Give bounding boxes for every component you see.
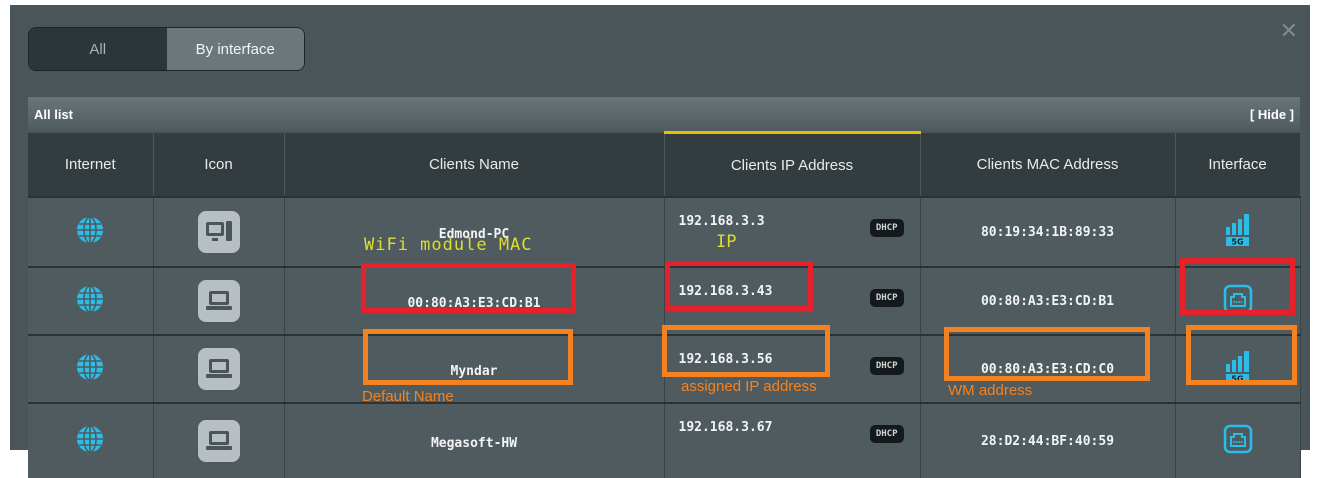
dhcp-badge: DHCP	[869, 357, 904, 375]
col-internet[interactable]: Internet	[28, 132, 154, 197]
list-header-bar: All list [ Hide ]	[28, 97, 1300, 131]
globe-icon[interactable]	[75, 424, 105, 454]
globe-icon[interactable]	[75, 284, 105, 314]
annotation-ip: IP	[716, 232, 737, 252]
laptop-icon[interactable]	[197, 348, 240, 390]
highlight-box-wm-address	[944, 327, 1150, 381]
client-ip-cell: 192.168.3.67 DHCP	[664, 402, 921, 478]
col-clients-ip[interactable]: Clients IP Address	[664, 131, 921, 197]
client-name-cell: Megasoft-HW	[284, 402, 665, 478]
client-name-cell: Edmond-PC	[284, 196, 665, 267]
table-row[interactable]: Megasoft-HW 192.168.3.67 DHCP 28:D2:44:B…	[28, 402, 1301, 478]
device-icon-cell	[153, 334, 285, 403]
desktop-icon[interactable]	[197, 211, 240, 253]
dhcp-badge: DHCP	[869, 219, 904, 237]
client-mac: 00:80:A3:E3:CD:B1	[980, 294, 1115, 309]
client-mac-cell: 00:80:A3:E3:CD:B1	[920, 266, 1176, 335]
list-title: All list	[34, 106, 74, 122]
client-name[interactable]: Megasoft-HW	[431, 436, 517, 451]
view-toggle: All By interface	[28, 27, 305, 71]
globe-icon[interactable]	[75, 215, 105, 245]
laptop-icon[interactable]	[197, 420, 240, 462]
highlight-box-wired-interface	[1180, 258, 1295, 315]
device-icon-cell	[153, 402, 285, 478]
annotation-wm-address: WM address	[948, 382, 1033, 399]
annotation-default-name: Default Name	[362, 388, 454, 405]
client-mac-cell: 80:19:34:1B:89:33	[920, 196, 1176, 267]
laptop-icon[interactable]	[197, 280, 240, 322]
col-clients-name[interactable]: Clients Name	[284, 132, 665, 197]
annotation-wifi-module-mac: WiFi module MAC	[364, 235, 533, 255]
highlight-box-ip	[665, 261, 813, 311]
dhcp-badge: DHCP	[869, 289, 904, 307]
client-mac: 80:19:34:1B:89:33	[980, 225, 1115, 240]
ethernet-icon	[1223, 424, 1252, 453]
col-clients-mac[interactable]: Clients MAC Address	[920, 132, 1176, 197]
col-icon[interactable]: Icon	[153, 132, 285, 197]
tab-by-interface[interactable]: By interface	[166, 28, 304, 70]
highlight-box-assigned-ip	[662, 325, 830, 377]
svg-text:5G: 5G	[1231, 237, 1243, 246]
wifi-5g-icon: 5G	[1225, 213, 1249, 246]
highlight-box-5g-interface	[1186, 325, 1297, 385]
hide-link[interactable]: [ Hide ]	[1250, 107, 1294, 122]
client-ip-cell: 192.168.3.3 DHCP	[664, 196, 921, 267]
client-ip: 192.168.3.3	[678, 214, 765, 229]
close-icon[interactable]: ✕	[1280, 19, 1298, 44]
client-mac: 28:D2:44:BF:40:59	[980, 434, 1115, 449]
internet-cell	[28, 196, 154, 267]
interface-cell: 5G	[1175, 196, 1301, 267]
tab-all[interactable]: All	[29, 28, 167, 70]
dhcp-badge: DHCP	[869, 425, 904, 443]
table-header-row: Internet Icon Clients Name Clients IP Ad…	[28, 131, 1301, 197]
device-icon-cell	[153, 196, 285, 267]
client-list-panel: ✕ All By interface All list [ Hide ] Int…	[10, 5, 1310, 478]
interface-cell	[1175, 402, 1301, 478]
client-mac-cell: 28:D2:44:BF:40:59	[920, 402, 1176, 478]
table-row[interactable]: Edmond-PC 192.168.3.3 DHCP 80:19:34:1B:8…	[28, 196, 1301, 267]
internet-cell	[28, 402, 154, 478]
highlight-box-default-name	[363, 329, 573, 385]
globe-icon[interactable]	[75, 352, 105, 382]
highlight-box-name-mac	[361, 263, 576, 313]
client-ip: 192.168.3.67	[678, 420, 773, 435]
internet-cell	[28, 266, 154, 335]
annotation-assigned-ip: assigned IP address	[681, 378, 817, 395]
col-interface[interactable]: Interface	[1175, 132, 1301, 197]
internet-cell	[28, 334, 154, 403]
device-icon-cell	[153, 266, 285, 335]
